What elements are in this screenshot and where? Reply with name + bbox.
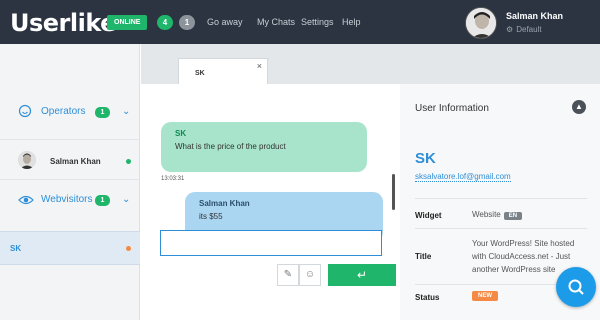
visitor-message: SK What is the price of the product xyxy=(161,122,367,172)
operators-label: Operators xyxy=(41,106,86,117)
widget-key: Widget xyxy=(415,211,442,220)
message-timestamp: 13:03:31 xyxy=(161,176,185,182)
help-chat-button[interactable] xyxy=(556,267,596,307)
message-text: its $55 xyxy=(199,212,223,221)
nav-help[interactable]: Help xyxy=(342,17,361,27)
divider xyxy=(0,139,140,140)
pencil-icon[interactable]: ✎ xyxy=(277,264,299,286)
status-dot xyxy=(126,246,131,251)
webvisitors-label: Webvisitors xyxy=(41,194,93,205)
visitor-name: SK xyxy=(415,150,436,167)
status-badge: NEW xyxy=(472,291,498,301)
nav-my-chats[interactable]: My Chats xyxy=(257,17,295,27)
tab-bar: SK × xyxy=(141,44,600,84)
divider xyxy=(415,198,587,199)
away-count-badge[interactable]: 1 xyxy=(179,15,195,30)
visitor-email[interactable]: sksalvatore.lof@gmail.com xyxy=(415,172,511,182)
smiley-icon[interactable]: ☺ xyxy=(299,264,321,286)
send-button[interactable]: ↵ xyxy=(328,264,396,286)
operator-avatar xyxy=(18,151,36,169)
status-key: Status xyxy=(415,293,440,302)
visitor-label: SK xyxy=(10,244,22,253)
nav-settings[interactable]: Settings xyxy=(301,17,334,27)
message-text: What is the price of the product xyxy=(175,142,286,151)
chevron-down-icon[interactable]: ⌄ xyxy=(122,106,130,117)
widget-name: Website xyxy=(472,210,501,219)
message-sender: SK xyxy=(175,129,187,138)
widget-value: Website EN xyxy=(472,210,523,220)
chat-panel: SK What is the price of the product 13:0… xyxy=(141,84,415,320)
user-group-label: Default xyxy=(516,25,542,34)
group-icon: ⚙ xyxy=(506,25,514,34)
user-avatar[interactable] xyxy=(465,7,497,39)
chevron-up-icon[interactable]: ▲ xyxy=(572,100,586,114)
nav-go-away[interactable]: Go away xyxy=(207,17,243,27)
user-name[interactable]: Salman Khan xyxy=(506,11,563,21)
message-input[interactable] xyxy=(160,230,382,256)
eye-icon xyxy=(18,193,34,211)
divider xyxy=(0,179,140,180)
visitor-item-sk[interactable]: SK xyxy=(0,231,140,265)
close-icon[interactable]: × xyxy=(257,61,262,71)
operators-count: 1 xyxy=(95,107,110,118)
chat-scrollbar[interactable] xyxy=(392,174,395,210)
user-group: ⚙ Default xyxy=(506,25,542,34)
online-count-badge[interactable]: 4 xyxy=(157,15,173,30)
message-sender: Salman Khan xyxy=(199,199,250,208)
online-status-button[interactable]: ONLINE xyxy=(107,15,148,30)
sidebar: Operators 1 ⌄ Salman Khan Webvisitors 1 … xyxy=(0,44,140,320)
title-key: Title xyxy=(415,252,432,261)
search-icon xyxy=(568,279,584,295)
divider xyxy=(415,228,587,229)
operator-name: Salman Khan xyxy=(50,157,101,166)
tab-label: SK xyxy=(195,70,205,77)
online-dot xyxy=(126,159,131,164)
top-bar: Userlike ONLINE 4 1 Go away My Chats Set… xyxy=(0,0,600,44)
chevron-down-icon[interactable]: ⌄ xyxy=(122,194,130,205)
panel-title: User Information xyxy=(415,103,489,114)
tab-sk[interactable]: SK × xyxy=(178,58,268,84)
language-badge: EN xyxy=(503,212,523,220)
headset-icon xyxy=(18,104,32,123)
userlike-logo: Userlike xyxy=(10,9,116,37)
webvisitors-count: 1 xyxy=(95,195,110,206)
